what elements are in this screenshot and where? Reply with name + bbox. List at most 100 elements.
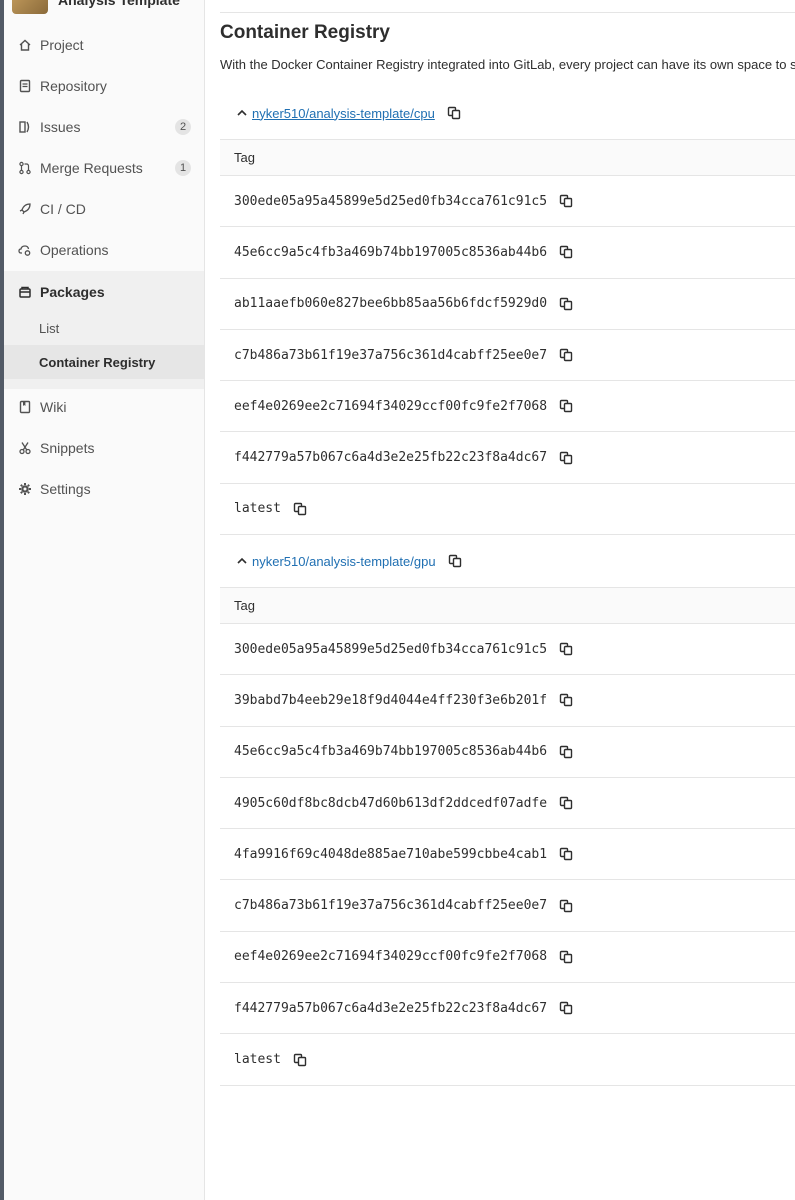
table-row: eef4e0269ee2c71694f34029ccf00fc9fe2f7068 xyxy=(220,381,795,433)
repo-link-cpu[interactable]: nyker510/analysis-template/cpu xyxy=(252,106,435,121)
tag-name: c7b486a73b61f19e37a756c361d4cabff25ee0e7 xyxy=(234,898,548,914)
table-row: c7b486a73b61f19e37a756c361d4cabff25ee0e7 xyxy=(220,880,795,932)
tag-name: 300ede05a95a45899e5d25ed0fb34cca761c91c5 xyxy=(234,193,548,209)
table-row: 300ede05a95a45899e5d25ed0fb34cca761c91c5 xyxy=(220,624,795,676)
repo-header-gpu: nyker510/analysis-template/gpu xyxy=(236,549,462,573)
copy-icon[interactable] xyxy=(448,554,462,568)
header-divider xyxy=(220,12,795,13)
sidebar: Analysis Template Project Repository Iss… xyxy=(4,0,205,1200)
sidebar-item-operations[interactable]: Operations xyxy=(4,229,204,270)
copy-icon[interactable] xyxy=(559,245,573,259)
table-row: 4905c60df8bc8dcb47d60b613df2ddcedf07adfe xyxy=(220,778,795,830)
gear-icon xyxy=(18,482,32,496)
copy-icon[interactable] xyxy=(559,693,573,707)
copy-icon[interactable] xyxy=(559,796,573,810)
copy-icon[interactable] xyxy=(559,899,573,913)
tag-column-header: Tag xyxy=(234,598,255,613)
tag-name: 45e6cc9a5c4fb3a469b74bb197005c8536ab44b6 xyxy=(234,244,548,260)
copy-icon[interactable] xyxy=(559,642,573,656)
table-header: Tag xyxy=(220,587,795,624)
sidebar-item-project[interactable]: Project xyxy=(4,24,204,65)
copy-icon[interactable] xyxy=(559,950,573,964)
tag-name: f442779a57b067c6a4d3e2e25fb22c23f8a4dc67 xyxy=(234,450,548,466)
table-row: f442779a57b067c6a4d3e2e25fb22c23f8a4dc67 xyxy=(220,983,795,1035)
tag-name: 300ede05a95a45899e5d25ed0fb34cca761c91c5 xyxy=(234,641,548,657)
sidebar-item-label: Merge Requests xyxy=(40,159,143,176)
sidebar-item-label: Wiki xyxy=(40,398,67,415)
copy-icon[interactable] xyxy=(559,745,573,759)
sidebar-subitem-label: List xyxy=(39,320,60,336)
table-row: 45e6cc9a5c4fb3a469b74bb197005c8536ab44b6 xyxy=(220,227,795,279)
sidebar-subitem-label: Container Registry xyxy=(39,354,156,370)
tags-table-cpu: Tag 300ede05a95a45899e5d25ed0fb34cca761c… xyxy=(220,139,795,536)
repo-header-cpu: nyker510/analysis-template/cpu xyxy=(236,101,461,125)
copy-icon[interactable] xyxy=(447,106,461,120)
project-avatar xyxy=(12,0,48,14)
sidebar-item-label: Operations xyxy=(40,241,109,258)
copy-icon[interactable] xyxy=(559,1001,573,1015)
tag-name: 39babd7b4eeb29e18f9d4044e4ff230f3e6b201f xyxy=(234,692,548,708)
copy-icon[interactable] xyxy=(559,194,573,208)
scissors-icon xyxy=(18,441,32,455)
copy-icon[interactable] xyxy=(293,502,307,516)
page-title: Container Registry xyxy=(220,22,390,43)
tag-name: eef4e0269ee2c71694f34029ccf00fc9fe2f7068 xyxy=(234,949,548,965)
repo-link-gpu[interactable]: nyker510/analysis-template/gpu xyxy=(252,554,436,569)
package-icon xyxy=(18,285,32,299)
table-row: latest xyxy=(220,484,795,536)
tag-name: 45e6cc9a5c4fb3a469b74bb197005c8536ab44b6 xyxy=(234,744,548,760)
tag-name: latest xyxy=(234,1052,281,1068)
copy-icon[interactable] xyxy=(559,297,573,311)
table-row: latest xyxy=(220,1034,795,1086)
copy-icon[interactable] xyxy=(293,1053,307,1067)
merge-requests-count-badge: 1 xyxy=(175,159,191,176)
sidebar-item-label: Settings xyxy=(40,480,91,497)
copy-icon[interactable] xyxy=(559,348,573,362)
table-row: 45e6cc9a5c4fb3a469b74bb197005c8536ab44b6 xyxy=(220,727,795,778)
tags-table-gpu: Tag 300ede05a95a45899e5d25ed0fb34cca761c… xyxy=(220,587,795,1086)
chevron-up-icon[interactable] xyxy=(236,107,248,119)
sidebar-item-label: Repository xyxy=(40,77,107,94)
copy-icon[interactable] xyxy=(559,847,573,861)
sidebar-item-label: Issues xyxy=(40,118,81,135)
document-icon xyxy=(18,79,32,93)
copy-icon[interactable] xyxy=(559,451,573,465)
tag-name: 4905c60df8bc8dcb47d60b613df2ddcedf07adfe xyxy=(234,795,548,811)
sidebar-item-issues[interactable]: Issues 2 xyxy=(4,106,204,147)
tag-name: f442779a57b067c6a4d3e2e25fb22c23f8a4dc67 xyxy=(234,1000,548,1016)
table-row: 4fa9916f69c4048de885ae710abe599cbbe4cab1 xyxy=(220,829,795,881)
sidebar-item-wiki[interactable]: Wiki xyxy=(4,386,204,427)
issues-icon xyxy=(18,120,32,134)
issues-count-badge: 2 xyxy=(175,118,191,135)
table-row: 300ede05a95a45899e5d25ed0fb34cca761c91c5 xyxy=(220,176,795,228)
main-content: Container Registry With the Docker Conta… xyxy=(220,0,795,1200)
sidebar-subitem-container-registry[interactable]: Container Registry xyxy=(4,345,204,379)
tag-name: ab11aaefb060e827bee6bb85aa56b6fdcf5929d0 xyxy=(234,296,548,312)
table-row: 39babd7b4eeb29e18f9d4044e4ff230f3e6b201f xyxy=(220,675,795,727)
tag-name: eef4e0269ee2c71694f34029ccf00fc9fe2f7068 xyxy=(234,398,548,414)
rocket-icon xyxy=(18,202,32,216)
sidebar-item-merge-requests[interactable]: Merge Requests 1 xyxy=(4,147,204,188)
tag-name: latest xyxy=(234,501,281,517)
sidebar-item-label: Snippets xyxy=(40,439,95,456)
sidebar-item-label: Packages xyxy=(40,283,105,300)
sidebar-item-ci-cd[interactable]: CI / CD xyxy=(4,188,204,229)
table-header: Tag xyxy=(220,139,795,176)
copy-icon[interactable] xyxy=(559,399,573,413)
project-header[interactable]: Analysis Template xyxy=(12,0,180,14)
merge-request-icon xyxy=(18,161,32,175)
sidebar-item-repository[interactable]: Repository xyxy=(4,65,204,106)
sidebar-item-snippets[interactable]: Snippets xyxy=(4,427,204,468)
table-row: ab11aaefb060e827bee6bb85aa56b6fdcf5929d0 xyxy=(220,279,795,330)
tag-name: 4fa9916f69c4048de885ae710abe599cbbe4cab1 xyxy=(234,846,548,862)
sidebar-item-label: Project xyxy=(40,36,84,53)
page-description: With the Docker Container Registry integ… xyxy=(220,57,795,72)
tag-name: c7b486a73b61f19e37a756c361d4cabff25ee0e7 xyxy=(234,347,548,363)
tag-column-header: Tag xyxy=(234,150,255,165)
chevron-up-icon[interactable] xyxy=(236,555,248,567)
sidebar-item-settings[interactable]: Settings xyxy=(4,468,204,509)
book-icon xyxy=(18,400,32,414)
sidebar-subitem-list[interactable]: List xyxy=(4,311,204,345)
sidebar-item-label: CI / CD xyxy=(40,200,86,217)
table-row: c7b486a73b61f19e37a756c361d4cabff25ee0e7 xyxy=(220,330,795,382)
